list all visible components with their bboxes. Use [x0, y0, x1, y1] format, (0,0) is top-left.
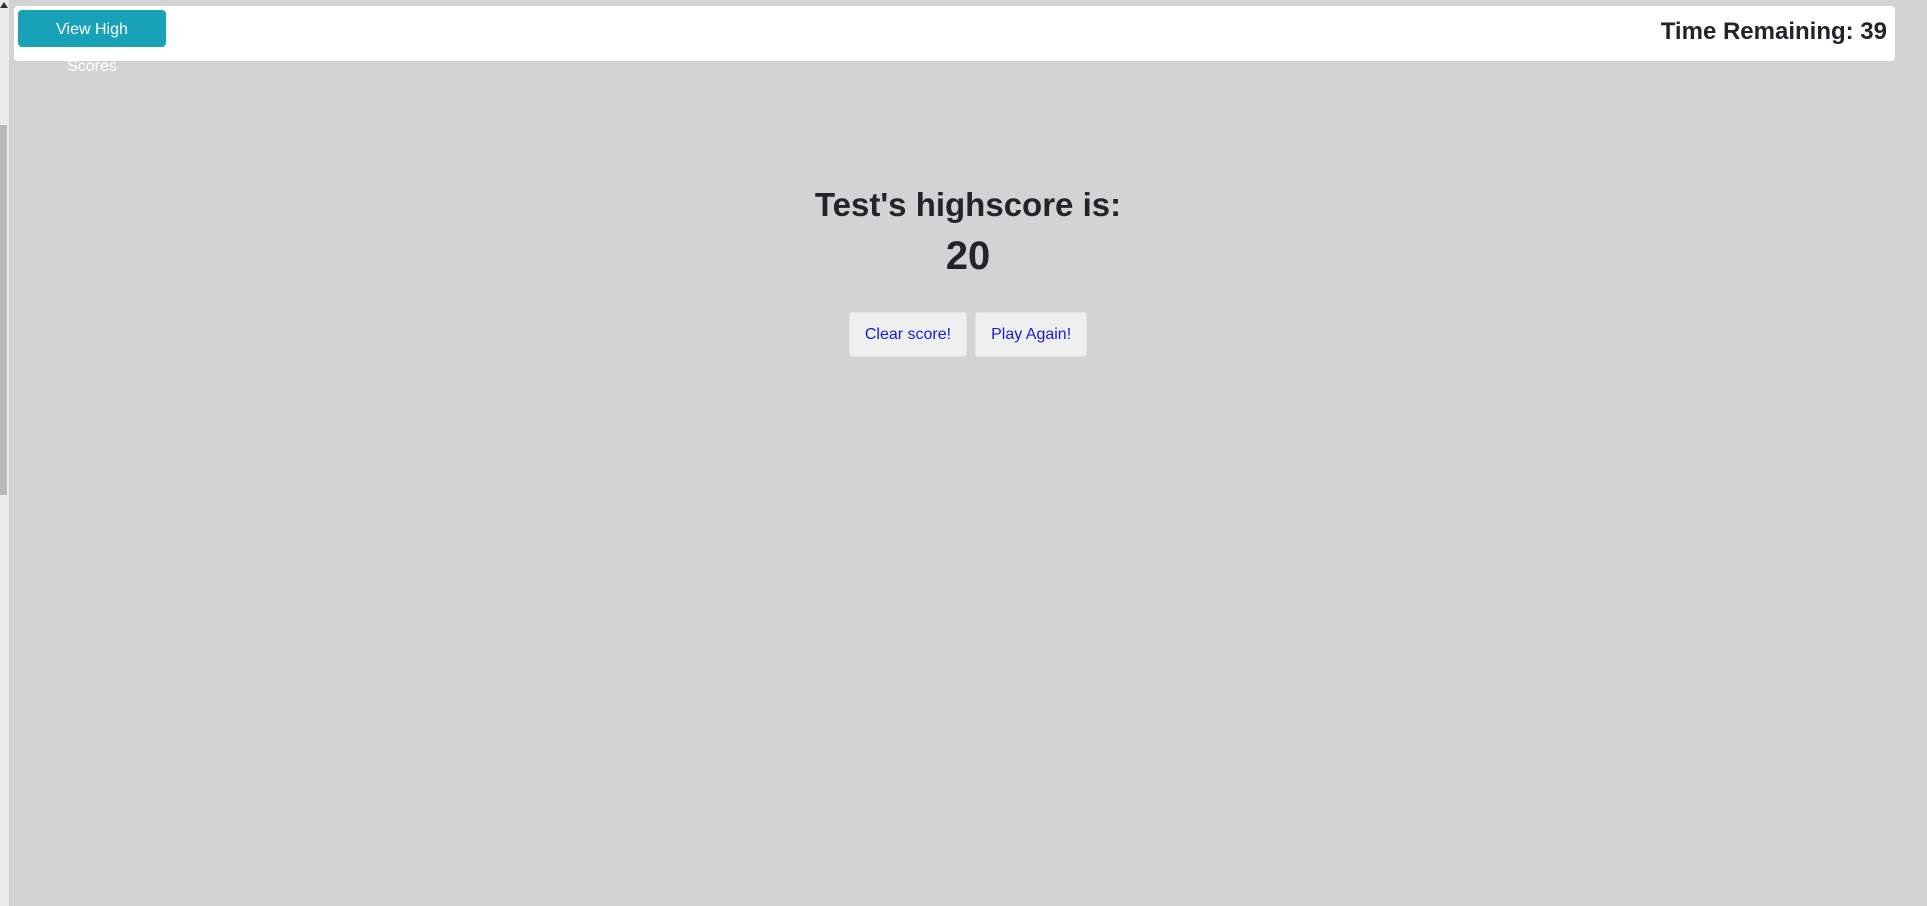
clear-score-button[interactable]: Clear score! — [848, 312, 968, 357]
scrollbar-thumb[interactable] — [0, 125, 7, 495]
score-actions: Clear score! Play Again! — [9, 312, 1927, 357]
time-remaining: Time Remaining: 39 — [1660, 18, 1887, 45]
highscore-panel: Test's highscore is: 20 Clear score! Pla… — [9, 182, 1927, 357]
view-high-scores-button[interactable]: View High Scores — [18, 10, 166, 75]
top-bar: View High Scores Time Remaining: 39 — [14, 6, 1895, 75]
highscore-value: 20 — [945, 234, 991, 278]
play-again-button[interactable]: Play Again! — [975, 312, 1088, 357]
page-scrollbar[interactable] — [0, 0, 10, 906]
highscore-title: Test's highscore is: — [814, 186, 1122, 223]
scroll-up-arrow-icon[interactable] — [0, 2, 8, 8]
